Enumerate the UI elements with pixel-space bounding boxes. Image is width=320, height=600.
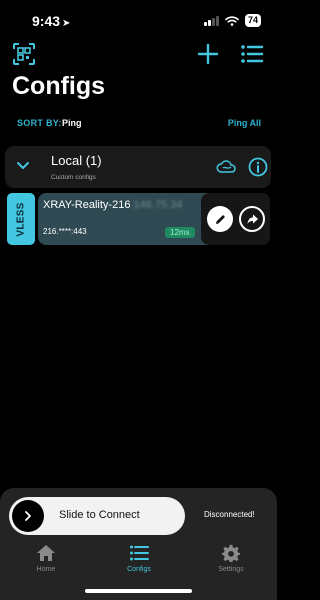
- edit-config-button[interactable]: [207, 206, 233, 232]
- group-title: Local (1): [51, 153, 102, 168]
- menu-list-icon[interactable]: [240, 43, 264, 65]
- group-subtitle: Custom configs: [51, 174, 96, 181]
- share-arrow-icon: [247, 214, 258, 224]
- protocol-label: VLESS: [15, 201, 27, 237]
- home-icon: [37, 545, 55, 561]
- cellular-signal-icon: [203, 15, 219, 26]
- config-actions: [201, 193, 270, 245]
- slider-label: Slide to Connect: [59, 509, 140, 521]
- add-config-icon[interactable]: [196, 42, 220, 66]
- cloud-sync-icon[interactable]: [216, 159, 238, 175]
- config-name-obscured: .146.75.34: [130, 199, 183, 211]
- slider-knob[interactable]: [12, 500, 44, 532]
- home-indicator: [85, 589, 192, 593]
- chevron-down-icon[interactable]: [16, 161, 30, 171]
- ping-all-button[interactable]: Ping All: [228, 118, 261, 128]
- sort-row: SORT BY: Ping Ping All: [17, 118, 261, 132]
- list-icon: [130, 545, 149, 561]
- page-title: Configs: [12, 72, 106, 100]
- battery-indicator: 74: [244, 14, 261, 27]
- config-name-text: XRAY-Reality-216: [43, 199, 131, 211]
- config-item[interactable]: VLESS XRAY-Reality-216.146.75.34 216.***…: [5, 193, 271, 245]
- chevron-right-icon: [25, 511, 31, 521]
- tab-home-label: Home: [36, 566, 56, 573]
- config-group-header[interactable]: Local (1) Custom configs: [5, 146, 271, 188]
- config-name: XRAY-Reality-216.146.75.34: [43, 199, 182, 211]
- top-action-bar: [0, 42, 277, 68]
- tab-configs[interactable]: Configs: [109, 544, 169, 573]
- connection-status: Disconnected!: [204, 510, 255, 519]
- pencil-icon: [215, 214, 225, 224]
- qr-scan-icon[interactable]: [12, 42, 36, 66]
- info-icon[interactable]: [248, 157, 268, 177]
- protocol-tag: VLESS: [7, 193, 35, 245]
- clock: 9:43: [32, 13, 61, 29]
- sort-by-value[interactable]: Ping: [62, 118, 82, 128]
- gear-icon: [222, 544, 240, 562]
- sort-by-label: SORT BY:: [17, 118, 62, 128]
- tab-configs-label: Configs: [127, 566, 151, 573]
- location-arrow-icon: ➤: [62, 18, 71, 29]
- tab-settings-label: Settings: [218, 566, 244, 573]
- status-indicators: 74: [203, 14, 261, 27]
- latency-badge: 12ms: [165, 227, 195, 238]
- status-bar: 9:43 ➤ 74: [0, 0, 277, 40]
- tab-home[interactable]: Home: [16, 544, 76, 573]
- config-card-body[interactable]: XRAY-Reality-216.146.75.34 216.****:443 …: [38, 193, 270, 245]
- slide-to-connect[interactable]: Slide to Connect: [9, 497, 185, 535]
- tab-bar: Home Configs Settings: [0, 544, 277, 584]
- tab-settings[interactable]: Settings: [201, 544, 261, 573]
- share-config-button[interactable]: [239, 206, 265, 232]
- wifi-icon: [225, 15, 239, 26]
- config-address: 216.****:443: [43, 227, 87, 236]
- bottom-panel: Slide to Connect Disconnected! Home Conf…: [0, 488, 277, 600]
- status-time: 9:43 ➤: [32, 13, 70, 29]
